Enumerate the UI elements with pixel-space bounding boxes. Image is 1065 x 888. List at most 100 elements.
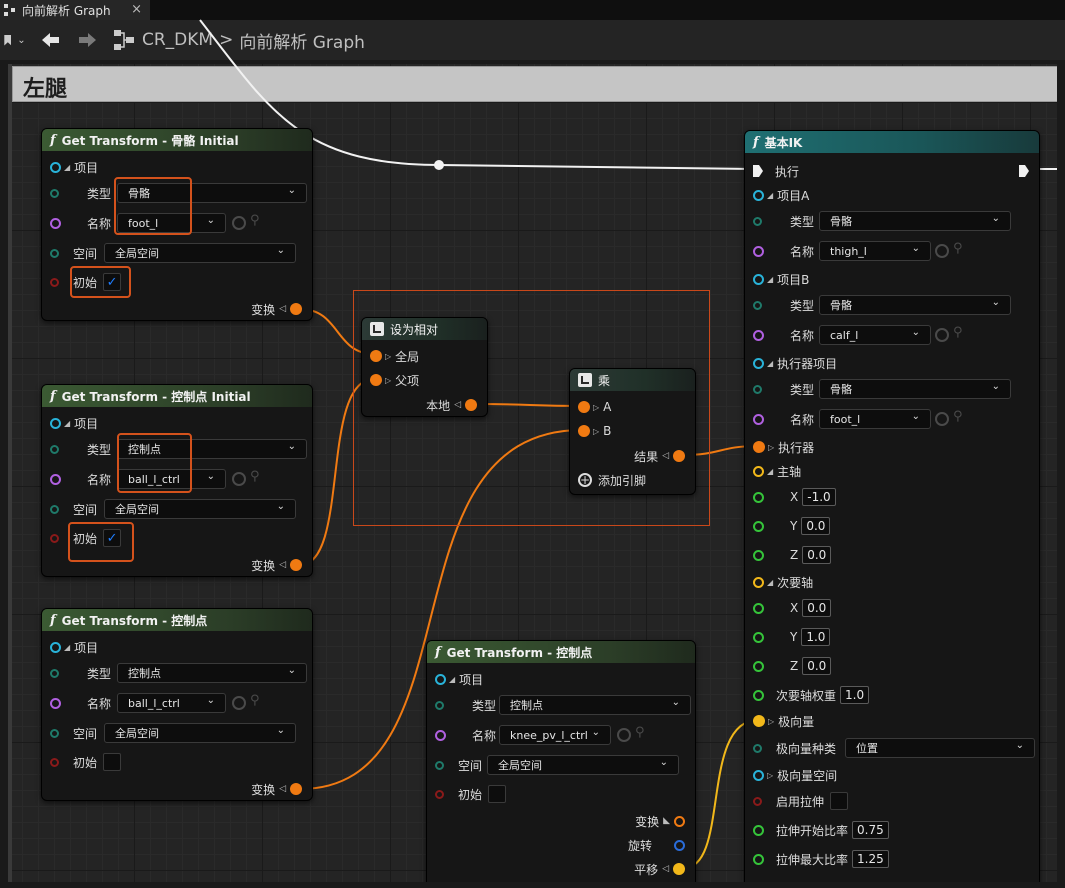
space-pin[interactable] <box>50 248 59 258</box>
name-pin[interactable] <box>50 473 61 485</box>
stretch-start-field[interactable]: 0.75 <box>852 821 889 839</box>
space-pin[interactable] <box>50 728 59 738</box>
initial-checkbox[interactable] <box>488 785 507 803</box>
node-header[interactable]: f Get Transform - 控制点 <box>42 609 312 631</box>
transform-output-pin[interactable] <box>290 783 302 795</box>
transform-output-pin[interactable] <box>674 815 685 827</box>
node-basic-ik[interactable]: f 基本IK 执行 ◢ 项目A 类型 骨骼 ⌄ 名称 thigh_l ⌄ ⚲ ◢ 项目B … <box>744 130 1040 888</box>
expand-icon[interactable]: ▷ <box>768 717 774 726</box>
effector-item-pin[interactable] <box>753 357 764 369</box>
tab-graph[interactable]: 向前解析 Graph × <box>0 0 150 20</box>
secondary-x-field[interactable]: 0.0 <box>802 599 832 617</box>
secondary-z-pin[interactable] <box>753 660 764 672</box>
expand-icon[interactable]: ◢ <box>767 275 773 284</box>
node-header[interactable]: f Get Transform - 控制点 Initial <box>42 385 312 407</box>
stretch-pin[interactable] <box>753 796 762 806</box>
result-output-pin[interactable] <box>673 450 685 462</box>
itemA-name-combo[interactable]: thigh_l ⌄ <box>819 241 931 261</box>
node-header[interactable]: 乘 <box>570 369 695 391</box>
space-combo[interactable]: 全局空间 ⌄ <box>104 499 296 519</box>
itemB-type-combo[interactable]: 骨骼 ⌄ <box>819 295 1011 315</box>
secondary-weight-pin[interactable] <box>753 689 764 701</box>
item-pin[interactable] <box>50 161 61 173</box>
type-pin[interactable] <box>50 444 59 454</box>
primary-x-field[interactable]: -1.0 <box>802 488 836 506</box>
browse-icon[interactable] <box>935 244 949 258</box>
expand-icon[interactable]: ◢ <box>767 578 773 587</box>
space-pin[interactable] <box>435 760 444 770</box>
space-combo[interactable]: 全局空间 ⌄ <box>104 243 296 263</box>
search-icon[interactable]: ⚲ <box>953 241 963 256</box>
type-pin[interactable] <box>435 700 444 710</box>
initial-pin[interactable] <box>50 757 59 767</box>
search-icon[interactable]: ⚲ <box>635 725 645 740</box>
stretch-checkbox[interactable] <box>830 792 849 810</box>
a-input-pin[interactable] <box>578 401 590 413</box>
space-combo[interactable]: 全局空间 ⌄ <box>104 723 296 743</box>
transform-output-pin[interactable] <box>290 303 302 315</box>
node-multiply[interactable]: 乘 ▷ A ▷ B 结果 ◁ + 添加引脚 <box>569 368 696 495</box>
name-combo[interactable]: ball_l_ctrl ⌄ <box>117 693 226 713</box>
expand-icon[interactable]: ▷ <box>593 403 599 412</box>
initial-pin[interactable] <box>435 789 444 799</box>
breadcrumb-root[interactable]: CR_DKM <box>142 30 213 50</box>
expand-icon[interactable]: ▷ <box>768 443 774 452</box>
expand-icon[interactable]: ▷ <box>593 427 599 436</box>
search-icon[interactable]: ⚲ <box>953 325 963 340</box>
initial-pin[interactable] <box>50 533 59 543</box>
primary-z-field[interactable]: 0.0 <box>802 546 832 564</box>
expand-icon[interactable]: ◢ <box>64 419 70 428</box>
expand-icon[interactable]: ▷ <box>385 376 391 385</box>
translation-output-pin[interactable] <box>673 863 685 875</box>
itemB-name-combo[interactable]: calf_l ⌄ <box>819 325 931 345</box>
type-combo[interactable]: 控制点 ⌄ <box>499 695 691 715</box>
itemA-type-combo[interactable]: 骨骼 ⌄ <box>819 211 1011 231</box>
primary-axis-pin[interactable] <box>753 465 764 477</box>
stretch-start-pin[interactable] <box>753 824 764 836</box>
search-icon[interactable]: ⚲ <box>250 469 260 484</box>
primary-z-pin[interactable] <box>753 549 764 561</box>
transform-output-pin[interactable] <box>290 559 302 571</box>
stretch-max-field[interactable]: 1.25 <box>852 850 889 868</box>
secondary-y-field[interactable]: 1.0 <box>801 628 831 646</box>
browse-icon[interactable] <box>232 696 246 710</box>
secondary-z-field[interactable]: 0.0 <box>802 657 832 675</box>
name-pin[interactable] <box>435 729 446 741</box>
node-header[interactable]: f Get Transform - 控制点 <box>427 641 695 663</box>
initial-checkbox[interactable] <box>103 753 122 771</box>
type-pin[interactable] <box>753 216 762 226</box>
type-pin[interactable] <box>50 668 59 678</box>
name-pin[interactable] <box>753 245 764 257</box>
name-pin[interactable] <box>50 697 61 709</box>
parent-input-pin[interactable] <box>370 374 382 386</box>
primary-x-pin[interactable] <box>753 491 764 503</box>
browse-icon[interactable] <box>935 328 949 342</box>
global-input-pin[interactable] <box>370 350 382 362</box>
expand-icon[interactable]: ▷ <box>385 352 391 361</box>
secondary-axis-pin[interactable] <box>753 576 764 588</box>
close-icon[interactable]: × <box>131 2 142 17</box>
node-header[interactable]: 设为相对 <box>362 318 487 340</box>
item-pin[interactable] <box>50 641 61 653</box>
primary-y-field[interactable]: 0.0 <box>801 517 831 535</box>
expand-icon[interactable]: ▷ <box>767 771 773 780</box>
pole-space-pin[interactable] <box>753 769 764 781</box>
primary-y-pin[interactable] <box>753 520 764 532</box>
item-pin[interactable] <box>50 417 61 429</box>
type-pin[interactable] <box>753 300 762 310</box>
expand-icon[interactable]: ◢ <box>449 675 455 684</box>
b-input-pin[interactable] <box>578 425 590 437</box>
initial-pin[interactable] <box>50 277 59 287</box>
pole-kind-combo[interactable]: 位置 ⌄ <box>845 738 1035 758</box>
type-pin[interactable] <box>50 188 59 198</box>
secondary-x-pin[interactable] <box>753 602 764 614</box>
expand-icon[interactable]: ◢ <box>767 359 773 368</box>
pole-kind-pin[interactable] <box>753 743 762 753</box>
itemB-pin[interactable] <box>753 273 764 285</box>
name-combo[interactable]: knee_pv_l_ctrl ⌄ <box>499 725 611 745</box>
effector-type-combo[interactable]: 骨骼 ⌄ <box>819 379 1011 399</box>
add-pin-button[interactable]: + 添加引脚 <box>578 470 646 490</box>
space-pin[interactable] <box>50 504 59 514</box>
type-pin[interactable] <box>753 384 762 394</box>
search-icon[interactable]: ⚲ <box>250 213 260 228</box>
